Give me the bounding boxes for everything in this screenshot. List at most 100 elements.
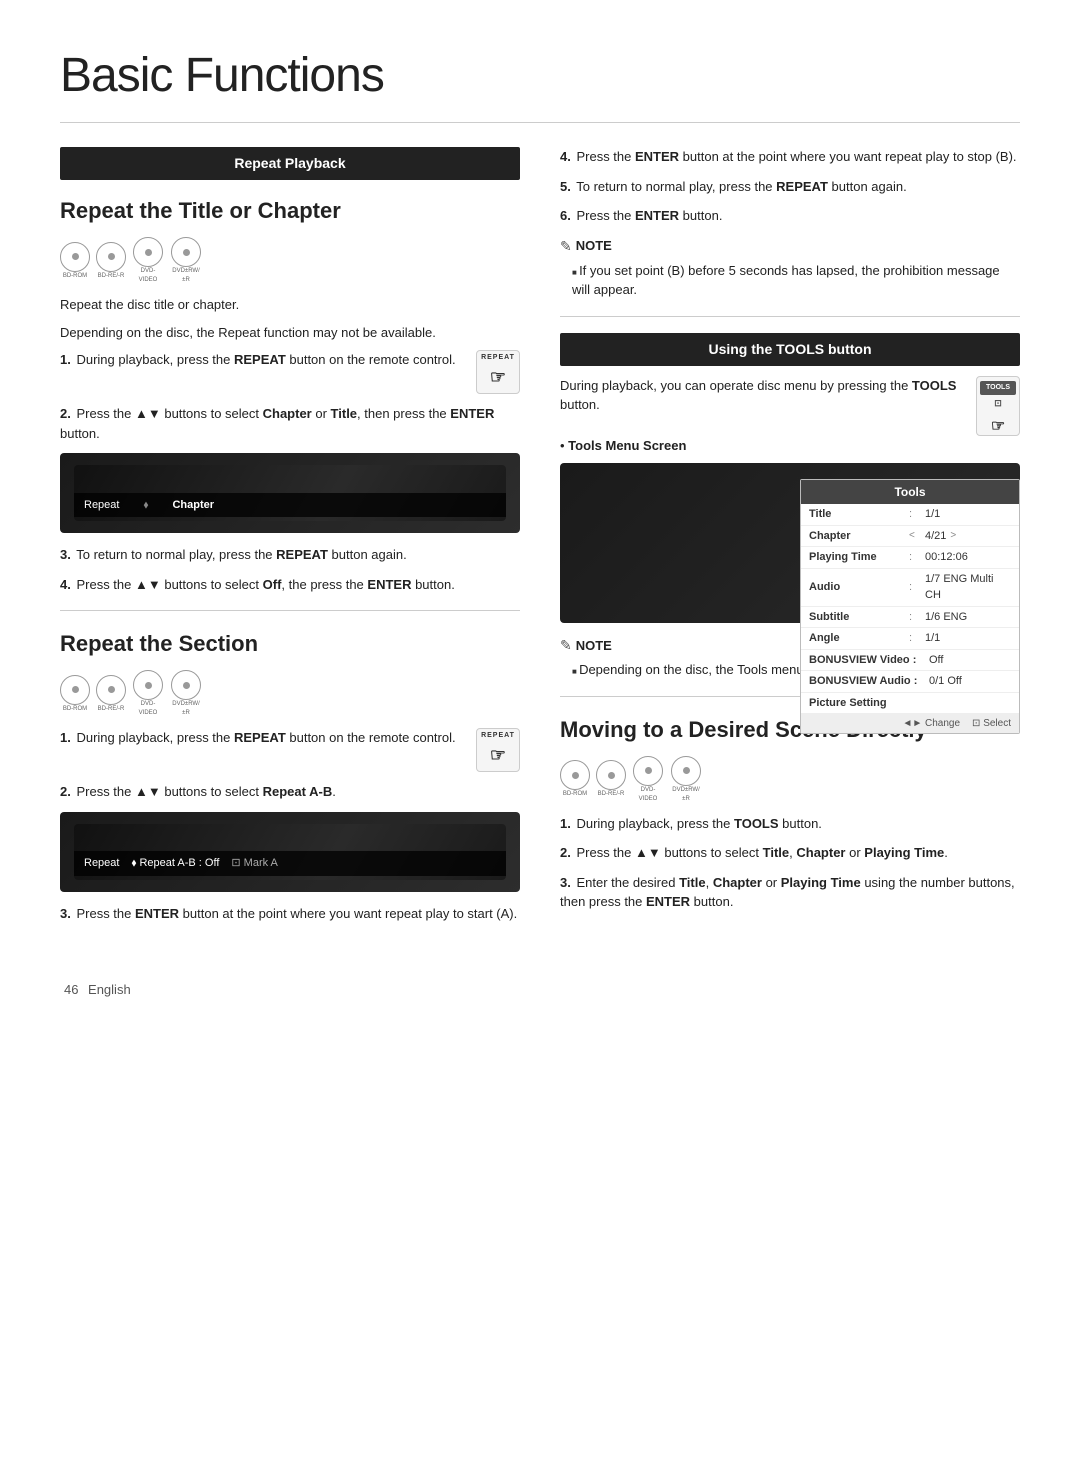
tools-menu-row-audio: Audio : 1/7 ENG Multi CH: [801, 569, 1019, 607]
disc-label3-dvdrw: DVD±RW/±R: [670, 786, 702, 804]
disc-badge2-dvdrw: [171, 670, 201, 700]
disc-badge2-bdrer: [96, 675, 126, 705]
disc-badge3-dvdrw: [671, 756, 701, 786]
step-c4-text: Press the ENTER button at the point wher…: [576, 149, 1016, 164]
tools-menu-header: Tools: [801, 480, 1019, 504]
step-4-repeat-title: 4. Press the ▲▼ buttons to select Off, t…: [60, 575, 520, 595]
step-2-text: Press the ▲▼ buttons to select Chapter o…: [60, 406, 494, 441]
step-s2-text: Press the ▲▼ buttons to select Repeat A-…: [76, 784, 335, 799]
tools-menu-val-angle: 1/1: [925, 630, 940, 647]
disc-label-bdrer: BD-RE/-R: [98, 272, 125, 281]
note-label-2: NOTE: [576, 636, 612, 656]
tools-menu-val-playtime: 00:12:06: [925, 549, 968, 566]
step-1-moving: 1. During playback, press the TOOLS butt…: [560, 814, 1020, 834]
screen-ab-repeat: Repeat: [84, 855, 119, 872]
disc-item-dvdvideo: DVD-VIDEO: [132, 237, 164, 285]
step-1-text: During playback, press the REPEAT button…: [76, 352, 455, 367]
disc-icons-row: BD-ROM BD-RE/-R DVD-VIDEO DVD±RW/±R: [60, 237, 520, 285]
tools-menu-footer: ◄► Change ⊡ Select: [801, 714, 1019, 733]
tools-menu-val-bvvideo: Off: [929, 652, 943, 669]
tools-menu-sep-subtitle: :: [909, 609, 925, 626]
step-c6-text: Press the ENTER button.: [576, 208, 722, 223]
step-4-text: Press the ▲▼ buttons to select Off, the …: [76, 577, 454, 592]
page-title: Basic Functions: [60, 40, 1020, 123]
tools-menu-val-audio: 1/7 ENG Multi CH: [925, 571, 1011, 604]
hand-icon: ☞: [490, 364, 506, 391]
step-num-3: 3.: [60, 547, 71, 562]
disc-label3-dvdvideo: DVD-VIDEO: [632, 786, 664, 804]
tools-menu-wrap: Tools Title : 1/1 Chapter < 4/21 > Playi…: [560, 463, 1020, 623]
tools-menu-key-angle: Angle: [809, 630, 909, 647]
step-4-cont: 4. Press the ENTER button at the point w…: [560, 147, 1020, 167]
note-list-1: If you set point (B) before 5 seconds ha…: [560, 261, 1020, 300]
step-num-s2: 2.: [60, 784, 71, 799]
step-2-moving: 2. Press the ▲▼ buttons to select Title,…: [560, 843, 1020, 863]
section-divider-right: [560, 316, 1020, 317]
step-2-repeat-title: 2. Press the ▲▼ buttons to select Chapte…: [60, 404, 520, 443]
step-3-moving: 3. Enter the desired Title, Chapter or P…: [560, 873, 1020, 912]
step-num-c6: 6.: [560, 208, 571, 223]
disc-item3-dvdvideo: DVD-VIDEO: [632, 756, 664, 804]
tools-menu-val-title: 1/1: [925, 506, 940, 523]
tools-menu-key-bvaudio: BONUSVIEW Audio :: [809, 673, 929, 690]
step-num-1: 1.: [60, 352, 71, 367]
note-label-1: NOTE: [576, 236, 612, 256]
tools-menu-sep-playtime: :: [909, 549, 925, 566]
left-column: Repeat Playback Repeat the Title or Chap…: [60, 147, 520, 933]
disc-item-dvdrw: DVD±RW/±R: [170, 237, 202, 285]
disc-label3-bdrer: BD-RE/-R: [598, 790, 625, 799]
tools-menu-val-bvaudio: 0/1 Off: [929, 673, 962, 690]
tools-menu-val-subtitle: 1/6 ENG: [925, 609, 967, 626]
tools-menu-row-picsetting: Picture Setting: [801, 693, 1019, 715]
step-num-s3: 3.: [60, 906, 71, 921]
tools-intro-wrap: TOOLS ⊡ ☞ During playback, you can opera…: [560, 376, 1020, 436]
tools-menu-sep-angle: :: [909, 630, 925, 647]
disc-item3-dvdrw: DVD±RW/±R: [670, 756, 702, 804]
disc-label2-bdrom: BD-ROM: [63, 705, 87, 714]
screen-repeat-label: Repeat: [84, 497, 119, 514]
disc-badge-bdrom: [60, 242, 90, 272]
note-icon-2: ✎: [560, 635, 572, 656]
page-number: 46 English: [60, 973, 1020, 1003]
step-s1-text: During playback, press the REPEAT button…: [76, 730, 455, 745]
tools-menu-sep-audio: :: [909, 579, 925, 596]
step-num-c4: 4.: [560, 149, 571, 164]
tools-menu-row-playtime: Playing Time : 00:12:06: [801, 547, 1019, 569]
screen-ab-val: ⬧ Repeat A-B : Off: [131, 855, 219, 872]
screen-repeat-divider: ⬧: [143, 497, 148, 514]
step-3-repeat-section: 3. Press the ENTER button at the point w…: [60, 904, 520, 924]
disc-label-dvdrw: DVD±RW/±R: [170, 267, 202, 285]
step-5-cont: 5. To return to normal play, press the R…: [560, 177, 1020, 197]
disc-label-dvdvideo: DVD-VIDEO: [132, 267, 164, 285]
tools-menu-key-bvvideo: BONUSVIEW Video :: [809, 652, 929, 669]
disc-badge-dvdvideo: [133, 237, 163, 267]
page-num-value: 46: [64, 982, 78, 997]
disc-badge2-dvdvideo: [133, 670, 163, 700]
disc-label3-bdrom: BD-ROM: [563, 790, 587, 799]
tools-menu-key-audio: Audio: [809, 579, 909, 596]
section-divider-1: [60, 610, 520, 611]
intro-text-2: Depending on the disc, the Repeat functi…: [60, 323, 520, 343]
disc-icons-row-3: BD-ROM BD-RE/-R DVD-VIDEO DVD±RW/±R: [560, 756, 1020, 804]
step-1-repeat-title: REPEAT ☞ 1. During playback, press the R…: [60, 350, 520, 394]
disc-label-bdrom: BD-ROM: [63, 272, 87, 281]
section-title-repeat-section: Repeat the Section: [60, 627, 520, 660]
screen-chapter-label: Chapter: [172, 497, 214, 514]
disc-label2-dvdvideo: DVD-VIDEO: [132, 700, 164, 718]
tools-menu-key-subtitle: Subtitle: [809, 609, 909, 626]
tools-menu-screen-label: • Tools Menu Screen: [560, 436, 1020, 456]
repeat-button-image-2: REPEAT ☞: [476, 728, 520, 772]
step-1-repeat-section: REPEAT ☞ 1. During playback, press the R…: [60, 728, 520, 772]
step-m2-text: Press the ▲▼ buttons to select Title, Ch…: [576, 845, 947, 860]
step-s3-text: Press the ENTER button at the point wher…: [76, 906, 517, 921]
step-6-cont: 6. Press the ENTER button.: [560, 206, 1020, 226]
step-num-m1: 1.: [560, 816, 571, 831]
step-num-m3: 3.: [560, 875, 571, 890]
step-m3-text: Enter the desired Title, Chapter or Play…: [560, 875, 1015, 910]
tools-button-image: TOOLS ⊡ ☞: [976, 376, 1020, 436]
disc-label2-dvdrw: DVD±RW/±R: [170, 700, 202, 718]
tools-footer-change: ◄► Change: [902, 716, 960, 731]
tools-menu-val-chapter: 4/21 >: [925, 528, 956, 545]
disc-item2-dvdrw: DVD±RW/±R: [170, 670, 202, 718]
disc-icons-row-2: BD-ROM BD-RE/-R DVD-VIDEO DVD±RW/±R: [60, 670, 520, 718]
